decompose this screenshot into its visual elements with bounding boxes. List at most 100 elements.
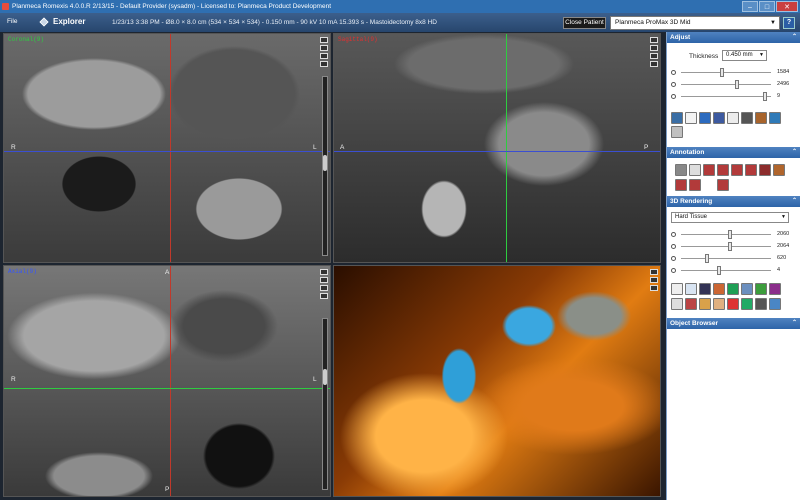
color-map-icon[interactable] (727, 283, 739, 295)
rotate-icon[interactable] (741, 283, 753, 295)
slice-scrollbar[interactable] (322, 318, 328, 490)
warning-icon[interactable] (650, 45, 658, 51)
warning-icon[interactable] (320, 45, 328, 51)
maximize-button[interactable]: □ (759, 1, 775, 12)
reset-view-icon[interactable] (671, 126, 683, 138)
rendering-preset-select[interactable]: Hard Tissue ▼ (671, 212, 789, 223)
rendering-slider-4[interactable]: 4 (671, 266, 799, 276)
slider-knob[interactable] (705, 254, 710, 263)
slider-track[interactable] (681, 96, 771, 97)
warning-icon[interactable] (650, 277, 658, 283)
file-menu[interactable]: File (7, 18, 17, 25)
object-browser-list[interactable] (667, 329, 800, 500)
axial-viewport[interactable]: Axial(9) A P R L (3, 265, 331, 497)
nerve-tool-icon[interactable] (675, 179, 687, 191)
maximize-view-icon[interactable] (650, 269, 658, 275)
copy-view-icon[interactable] (671, 298, 683, 310)
maximize-view-icon[interactable] (650, 37, 658, 43)
grid-icon[interactable] (741, 298, 753, 310)
thickness-select[interactable]: 0.450 mm ▼ (722, 50, 767, 61)
help-button[interactable]: ? (783, 17, 795, 29)
vertical-crosshair-line[interactable] (170, 34, 171, 262)
arrow-tool-icon[interactable] (717, 164, 729, 176)
slider-knob[interactable] (717, 266, 722, 275)
object-icon[interactable] (769, 298, 781, 310)
skull-icon[interactable] (699, 298, 711, 310)
level-icon[interactable] (699, 112, 711, 124)
close-window-button[interactable]: ✕ (776, 1, 798, 12)
adjust-slider-3[interactable]: 9 (671, 92, 799, 102)
scroll-thumb[interactable] (323, 155, 327, 171)
collapse-icon[interactable]: ⌃ (792, 196, 797, 207)
area-tool-icon[interactable] (703, 164, 715, 176)
measure-icon[interactable] (713, 112, 725, 124)
adjust-slider-1[interactable]: 1584 (671, 68, 799, 78)
sagittal-viewport[interactable]: Sagittal(9) A P (333, 33, 661, 263)
camera-icon[interactable] (650, 53, 658, 59)
measure-3d-icon[interactable] (755, 298, 767, 310)
close-patient-button[interactable]: Close Patient (563, 17, 606, 29)
delete-annotation-icon[interactable] (773, 164, 785, 176)
rendering-slider-3[interactable]: 620 (671, 254, 799, 264)
horizontal-crosshair-line[interactable] (4, 151, 330, 152)
crop-box-icon[interactable] (755, 283, 767, 295)
implant-tool-icon[interactable] (689, 179, 701, 191)
explorer-tab[interactable]: Explorer (39, 16, 85, 27)
rendering-slider-1[interactable]: 2060 (671, 230, 799, 240)
zoom-icon[interactable] (671, 112, 683, 124)
face-icon[interactable] (713, 298, 725, 310)
camera-icon[interactable] (320, 285, 328, 291)
collapse-icon[interactable]: ⌃ (792, 147, 797, 158)
slice-plane-icon[interactable] (699, 283, 711, 295)
sculpt-icon[interactable] (769, 283, 781, 295)
slider-knob[interactable] (735, 80, 740, 89)
camera-icon[interactable] (320, 53, 328, 59)
slider-track[interactable] (681, 72, 771, 73)
object-browser-section-header[interactable]: Object Browser ⌃ (667, 318, 800, 329)
pan-icon[interactable] (685, 112, 697, 124)
annotation-section-header[interactable]: Annotation ⌃ (667, 147, 800, 158)
warning-icon[interactable] (320, 277, 328, 283)
maximize-view-icon[interactable] (320, 37, 328, 43)
cursor-icon[interactable] (650, 61, 658, 67)
3d-rendering-section-header[interactable]: 3D Rendering ⌃ (667, 196, 800, 207)
render-mode-icon[interactable] (671, 283, 683, 295)
slider-knob[interactable] (728, 242, 733, 251)
crop-icon[interactable] (755, 112, 767, 124)
adjust-section-header[interactable]: Adjust ⌃ (667, 32, 800, 43)
horizontal-crosshair-line[interactable] (334, 151, 660, 152)
ellipse-tool-icon[interactable] (745, 164, 757, 176)
horizontal-crosshair-line[interactable] (4, 388, 330, 389)
vertical-crosshair-line[interactable] (506, 34, 507, 262)
vertical-crosshair-line[interactable] (170, 266, 171, 496)
collapse-icon[interactable]: ⌃ (792, 32, 797, 43)
slider-knob[interactable] (719, 68, 724, 77)
slider-track[interactable] (681, 270, 771, 271)
collapse-icon[interactable]: ⌃ (792, 318, 797, 329)
device-select[interactable]: Planmeca ProMax 3D Mid ▼ (610, 16, 780, 30)
contrast-icon[interactable] (741, 112, 753, 124)
slider-track[interactable] (681, 84, 771, 85)
text-tool-icon[interactable] (731, 164, 743, 176)
adjust-slider-2[interactable]: 2496 (671, 80, 799, 90)
minimize-button[interactable]: – (742, 1, 758, 12)
angle-tool-icon[interactable] (689, 164, 701, 176)
bone-icon[interactable] (713, 283, 725, 295)
cursor-icon[interactable] (320, 293, 328, 299)
palette-icon[interactable] (727, 298, 739, 310)
scroll-thumb[interactable] (323, 369, 327, 385)
slider-knob[interactable] (762, 92, 767, 101)
slider-knob[interactable] (728, 230, 733, 239)
clip-icon[interactable] (685, 283, 697, 295)
line-tool-icon[interactable] (675, 164, 687, 176)
slider-track[interactable] (681, 246, 771, 247)
3d-rendering-viewport[interactable] (333, 265, 661, 497)
flip-icon[interactable] (769, 112, 781, 124)
freehand-tool-icon[interactable] (759, 164, 771, 176)
slider-track[interactable] (681, 258, 771, 259)
density-tool-icon[interactable] (717, 179, 729, 191)
cursor-icon[interactable] (320, 61, 328, 67)
screenshot-icon[interactable] (685, 298, 697, 310)
slice-scrollbar[interactable] (322, 76, 328, 256)
coronal-viewport[interactable]: Coronal(9) R L (3, 33, 331, 263)
